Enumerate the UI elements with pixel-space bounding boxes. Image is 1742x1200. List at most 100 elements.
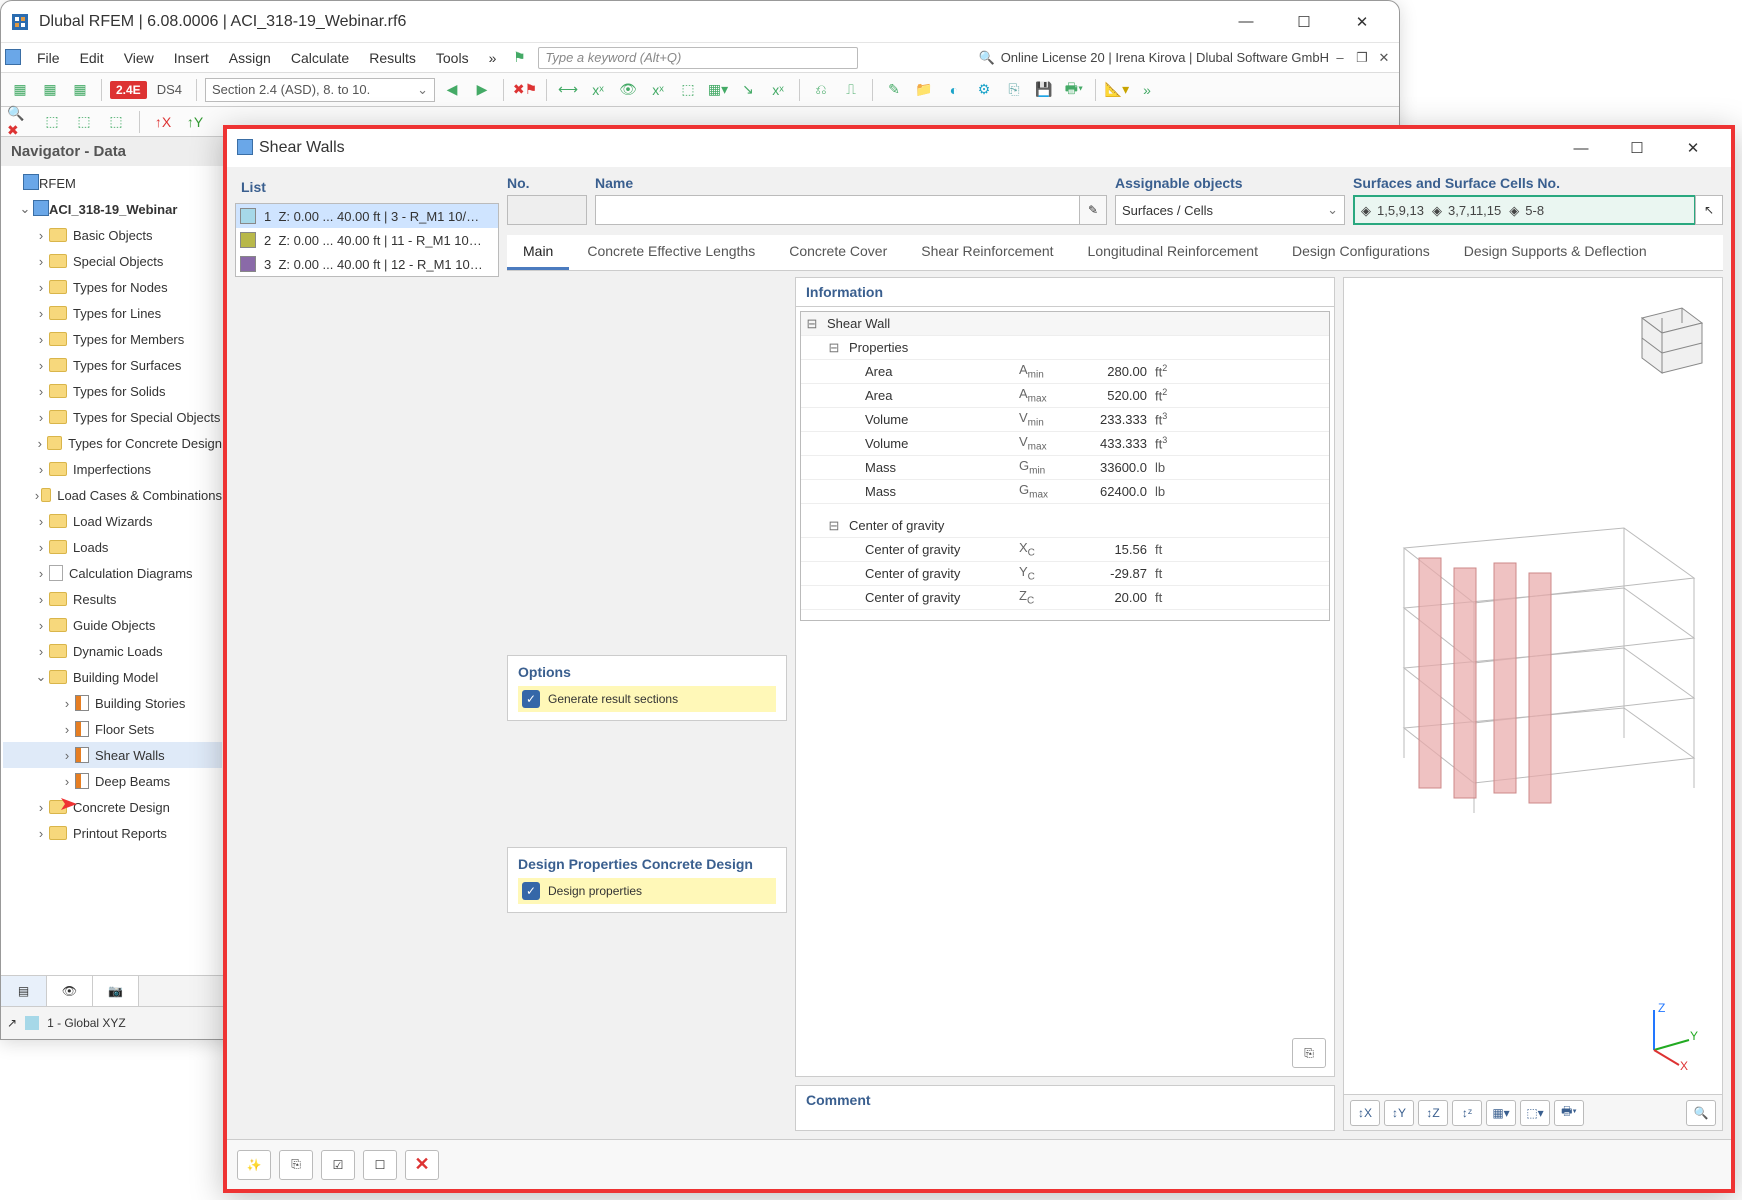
flag-red-icon[interactable]: ✖⚑ <box>512 77 538 103</box>
sub-close-button[interactable]: ✕ <box>1373 50 1395 66</box>
vp-cube-button[interactable]: ⬚▾ <box>1520 1100 1550 1126</box>
tree-item[interactable]: ›Concrete Design <box>3 794 222 820</box>
surfaces-field[interactable]: ◈1,5,9,13 ◈3,7,11,15 ◈5-8 <box>1353 195 1696 225</box>
tree-building-model[interactable]: Building Model <box>73 670 158 685</box>
collapse-icon[interactable]: ⊟ <box>823 340 845 356</box>
tree-project[interactable]: ACI_318-19_Webinar <box>49 202 177 217</box>
collapse-icon[interactable]: ⌄ <box>17 201 33 217</box>
x-axis-icon[interactable]: ↑X <box>150 109 176 135</box>
nav-tab-views[interactable]: 📷 <box>93 976 139 1006</box>
prev-icon[interactable]: ◀ <box>439 77 465 103</box>
expand-icon[interactable]: › <box>59 696 75 711</box>
tree-item[interactable]: ›Types for Nodes <box>3 274 222 300</box>
gear-cloud-icon[interactable]: ⚙ <box>971 77 997 103</box>
menu-more[interactable]: » <box>479 46 507 70</box>
tree-item[interactable]: ›Printout Reports <box>3 820 222 846</box>
vp-y-button[interactable]: ↕Y <box>1384 1100 1414 1126</box>
expand-icon[interactable]: › <box>33 800 49 815</box>
cube-icon[interactable]: ⬚ <box>675 77 701 103</box>
expand-icon[interactable]: › <box>33 228 49 243</box>
list-row[interactable]: 2 Z: 0.00 ... 40.00 ft | 11 - R_M1 10… <box>236 228 498 252</box>
tree-item-shear-walls[interactable]: ›Shear Walls <box>3 742 222 768</box>
tree-item[interactable]: ›Load Cases & Combinations <box>3 482 222 508</box>
tree-item[interactable]: ›Types for Special Objects <box>3 404 222 430</box>
collapse-icon[interactable]: ⊟ <box>823 518 845 534</box>
tree-item[interactable]: ›Special Objects <box>3 248 222 274</box>
expand-icon[interactable]: › <box>33 592 49 607</box>
menu-assign[interactable]: Assign <box>219 46 281 70</box>
no-field[interactable] <box>507 195 587 225</box>
tree-item[interactable]: ›Load Wizards <box>3 508 222 534</box>
menu-file[interactable]: File <box>27 46 70 70</box>
shear-wall-list[interactable]: 1 Z: 0.00 ... 40.00 ft | 3 - R_M1 10/…2 … <box>235 203 499 277</box>
vp-x-button[interactable]: ↕X <box>1350 1100 1380 1126</box>
app-menu-icon[interactable] <box>5 49 23 67</box>
vp-iso-button[interactable]: ▦▾ <box>1486 1100 1516 1126</box>
arrow-icon[interactable]: ↘ <box>735 77 761 103</box>
dim-icon-2[interactable]: xˣ <box>585 77 611 103</box>
dim-icon-1[interactable]: ⟷ <box>555 77 581 103</box>
expand-icon[interactable]: › <box>33 280 49 295</box>
tree-item[interactable]: ›Types for Members <box>3 326 222 352</box>
expand-icon[interactable]: › <box>59 722 75 737</box>
tb-icon-1[interactable]: ▦ <box>7 77 33 103</box>
tree-item-deep-beams[interactable]: ›Deep Beams <box>3 768 222 794</box>
list-row[interactable]: 1 Z: 0.00 ... 40.00 ft | 3 - R_M1 10/… <box>236 204 498 228</box>
toolbar-more-icon[interactable]: » <box>1134 77 1160 103</box>
nav-tab-data[interactable]: ▤ <box>1 976 47 1006</box>
tb-icon-2[interactable]: ▦ <box>37 77 63 103</box>
expand-icon[interactable]: › <box>59 774 75 789</box>
cube2-icon[interactable]: ⬚ <box>39 109 65 135</box>
tree-item[interactable]: ›Results <box>3 586 222 612</box>
close-button[interactable]: ✕ <box>1333 1 1391 43</box>
tree-item[interactable]: ›Types for Concrete Design <box>3 430 222 456</box>
units-icon[interactable]: 📐▾ <box>1104 77 1130 103</box>
calc-icon-1[interactable]: ⎌ <box>808 77 834 103</box>
dialog-maximize-button[interactable]: ☐ <box>1609 129 1665 167</box>
tab-supports-deflection[interactable]: Design Supports & Deflection <box>1448 235 1663 270</box>
zoom-clear-icon[interactable]: 🔍✖ <box>7 109 33 135</box>
coord-label[interactable]: 1 - Global XYZ <box>47 1016 126 1030</box>
section-combo[interactable]: Section 2.4 (ASD), 8. to 10. ⌄ <box>205 78 435 102</box>
expand-icon[interactable]: › <box>59 748 75 763</box>
vp-print-button[interactable]: 🖶▾ <box>1554 1100 1584 1126</box>
check-all-button[interactable]: ☑ <box>321 1150 355 1180</box>
navigator-tree[interactable]: RFEM ⌄ACI_318-19_Webinar ›Basic Objects›… <box>1 166 224 975</box>
folder-icon[interactable]: 📁 <box>911 77 937 103</box>
expand-icon[interactable]: › <box>33 358 49 373</box>
tree-item[interactable]: ›Types for Surfaces <box>3 352 222 378</box>
expand-icon[interactable]: › <box>33 540 49 555</box>
menu-edit[interactable]: Edit <box>70 46 114 70</box>
viewport-3d[interactable]: Z Y X ↕X ↕Y ↕Z ↕ᶻ ▦▾ ⬚▾ 🖶▾ 🔍 <box>1343 277 1723 1131</box>
menu-results[interactable]: Results <box>359 46 426 70</box>
tree-item-building-stories[interactable]: ›Building Stories <box>3 690 222 716</box>
duplicate-button[interactable]: ⎘ <box>279 1150 313 1180</box>
sub-minimize-button[interactable]: – <box>1329 50 1351 65</box>
expand-icon[interactable]: › <box>33 514 49 529</box>
generate-result-sections-check[interactable]: ✓ Generate result sections <box>518 686 776 712</box>
expand-icon[interactable]: › <box>33 462 49 477</box>
info-copy-button[interactable]: ⎘ <box>1292 1038 1326 1068</box>
expand-icon[interactable]: › <box>33 410 49 425</box>
tree-item[interactable]: ›Basic Objects <box>3 222 222 248</box>
cube3-icon[interactable]: ⬚ <box>71 109 97 135</box>
tree-item-floor-sets[interactable]: ›Floor Sets <box>3 716 222 742</box>
tool-icon-1[interactable]: ✎ <box>881 77 907 103</box>
menu-calculate[interactable]: Calculate <box>281 46 359 70</box>
name-field[interactable] <box>595 195 1080 225</box>
menu-flag-icon[interactable]: ⚑ <box>506 45 532 71</box>
surface-pick-button[interactable]: ↖ <box>1695 195 1723 225</box>
nav-cube-icon[interactable] <box>1622 288 1712 378</box>
menu-view[interactable]: View <box>114 46 164 70</box>
expand-icon[interactable]: › <box>33 306 49 321</box>
delete-button[interactable]: ✕ <box>405 1150 439 1180</box>
assignable-combo[interactable]: Surfaces / Cells ⌄ <box>1115 195 1345 225</box>
nav-tab-display[interactable]: 👁 <box>47 976 93 1006</box>
tree-item[interactable]: ›Types for Solids <box>3 378 222 404</box>
design-properties-check[interactable]: ✓ Design properties <box>518 878 776 904</box>
expand-icon[interactable]: › <box>33 332 49 347</box>
dialog-close-button[interactable]: ✕ <box>1665 129 1721 167</box>
expand-icon[interactable]: › <box>33 488 41 503</box>
vp-zoom-button[interactable]: 🔍 <box>1686 1100 1716 1126</box>
cube4-icon[interactable]: ⬚ <box>103 109 129 135</box>
